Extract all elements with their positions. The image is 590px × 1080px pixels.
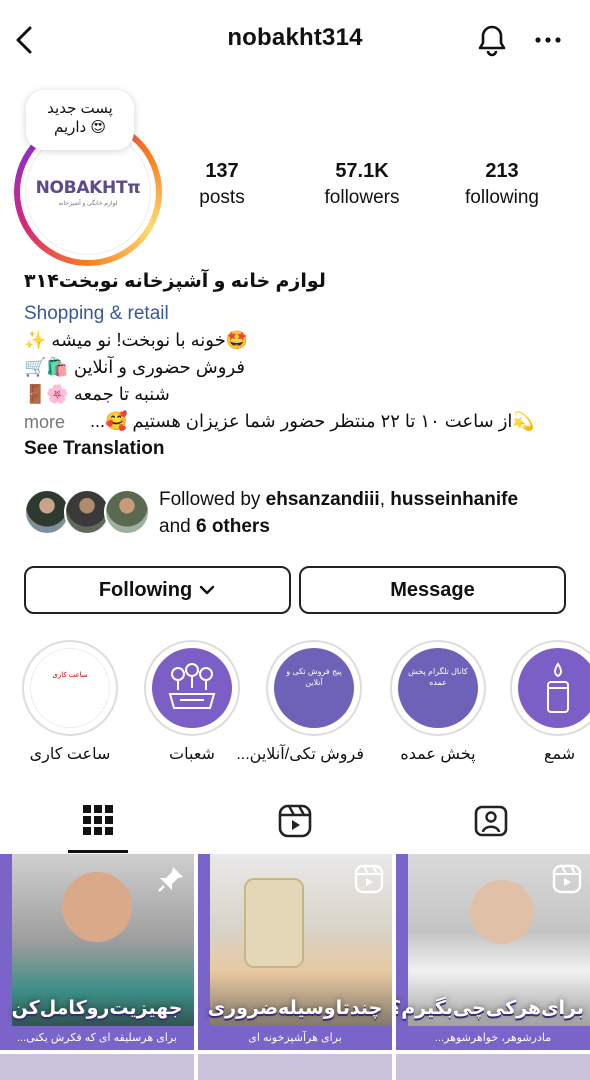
posts-grid: جهیزیت‌رو‌کامل‌کن برای هرسلیقه ای که فکر… (0, 854, 590, 1080)
highlight-cover: کانال تلگرام پخش عمده (398, 648, 478, 728)
following-button-label: Following (98, 578, 193, 601)
more-horizontal-icon[interactable] (532, 26, 564, 54)
bio-line-3: شنبه تا جمعه 🌸🚪 (24, 384, 170, 404)
post-title: جهیزیت‌رو‌کامل‌کن (11, 998, 183, 1019)
post-tile-partial[interactable] (198, 1054, 392, 1080)
follower-user-1[interactable]: ehsanzandiii (266, 489, 380, 510)
logo-text: NOBAKHTπ (35, 177, 141, 198)
bio-line-2: فروش حضوری و آنلاین 🛍️🛒 (24, 357, 246, 377)
profile-note[interactable]: پست جدید داریم 😍 (26, 90, 134, 150)
reels-icon (354, 864, 384, 894)
highlight-label: شمع (544, 746, 576, 763)
message-button[interactable]: Message (299, 566, 566, 614)
followed-by-prefix: Followed by (159, 489, 266, 510)
highlight-cover: پیج فروش تکی و آنلاین (274, 648, 354, 728)
tile-accent-bar (0, 854, 12, 1050)
followers-stat[interactable]: 57.1K followers (310, 160, 414, 209)
followers-count: 57.1K (335, 160, 389, 182)
chevron-down-icon (199, 585, 215, 595)
profile-tabs (0, 790, 590, 854)
post-tile-partial[interactable] (396, 1054, 590, 1080)
reels-icon (552, 864, 582, 894)
see-translation-link[interactable]: See Translation (24, 438, 164, 460)
bio-line-4: 💫از ساعت ۱۰ تا ۲۲ منتظر حضور شما عزیزان … (90, 411, 535, 431)
bell-icon[interactable] (474, 22, 510, 58)
highlight-cover (518, 648, 590, 728)
tile-photo-subject (470, 880, 534, 944)
active-tab-indicator (68, 850, 128, 853)
pin-icon (158, 867, 183, 892)
posts-count: 137 (205, 160, 239, 182)
bio-more-link[interactable]: more (24, 412, 65, 433)
message-button-label: Message (390, 578, 475, 601)
location-pins-icon (168, 663, 216, 709)
highlight-online-sales[interactable]: پیج فروش تکی و آنلاین فروش تکی/آنلاین... (236, 640, 364, 764)
following-label: following (465, 187, 539, 208)
followed-by-others[interactable]: 6 others (196, 516, 270, 537)
logo-subtext: لوازم خانگی و آشپزخانه (58, 200, 118, 207)
followers-label: followers (324, 187, 400, 208)
post-subtitle: برای هرآشپزخونه ای (198, 1026, 392, 1050)
highlight-ring (510, 640, 590, 736)
highlight-working-hours[interactable]: ساعت کاری ساعت کاری (20, 640, 120, 764)
highlight-label: شعبات (169, 746, 215, 763)
highlight-label: ساعت کاری (29, 746, 111, 763)
posts-label: posts (199, 187, 245, 208)
highlight-ring (144, 640, 240, 736)
tile-photo-containers (244, 878, 304, 968)
post-tile-partial[interactable] (0, 1054, 194, 1080)
tagged-person-icon[interactable] (474, 804, 508, 838)
post-tile[interactable]: برای‌هرکی‌چی‌بگیرم؟ مادرشوهر، خواهرشوهر.… (396, 854, 590, 1050)
follower-user-2[interactable]: husseinhanife (390, 489, 518, 510)
followed-by-text: Followed by ehsanzandiii, husseinhanife … (159, 486, 518, 540)
following-stat[interactable]: 213 following (452, 160, 552, 209)
following-count: 213 (485, 160, 519, 182)
highlight-cover (152, 648, 232, 728)
profile-category[interactable]: Shopping & retail (24, 303, 566, 325)
following-button[interactable]: Following (24, 566, 291, 614)
bio-line-1: 🤩خونه با نوبخت! نو میشه ✨ (24, 330, 249, 350)
followed-by-row[interactable]: Followed by ehsanzandiii, husseinhanife … (24, 486, 572, 542)
followed-by-and: and (159, 516, 196, 537)
post-subtitle: مادرشوهر، خواهرشوهر... (396, 1026, 590, 1050)
highlight-cover: ساعت کاری (30, 648, 110, 728)
candle-icon (547, 662, 569, 713)
highlight-ring: ساعت کاری (22, 640, 118, 736)
highlight-ring: پیج فروش تکی و آنلاین (266, 640, 362, 736)
post-tile[interactable]: جهیزیت‌رو‌کامل‌کن برای هرسلیقه ای که فکر… (0, 854, 194, 1050)
profile-display-name: لوازم خانه و آشپزخانه نوبخت۳۱۴ (24, 271, 326, 292)
highlight-branches[interactable]: شعبات (142, 640, 242, 764)
tile-photo-subject (62, 872, 132, 942)
highlight-wholesale[interactable]: کانال تلگرام پخش عمده پخش عمده (388, 640, 488, 764)
post-title: برای‌هرکی‌چی‌بگیرم؟ (396, 998, 584, 1019)
note-line-2: داریم 😍 (53, 119, 107, 136)
followed-by-separator: , (379, 489, 391, 510)
highlight-candles[interactable]: شمع (510, 640, 590, 764)
posts-stat[interactable]: 137 posts (186, 160, 258, 209)
post-tile[interactable]: چندتاوسیله‌ضروری برای هرآشپزخونه ای (198, 854, 392, 1050)
highlight-label: پخش عمده (400, 746, 476, 763)
tile-accent-bar (396, 854, 408, 1050)
tile-accent-bar (198, 854, 210, 1050)
grid-icon[interactable] (82, 804, 114, 836)
post-title: چندتاوسیله‌ضروری (207, 998, 383, 1019)
highlight-label: فروش تکی/آنلاین... (236, 746, 364, 763)
note-line-1: پست جدید (47, 100, 113, 117)
follower-avatar-3 (104, 489, 150, 535)
post-subtitle: برای هرسلیقه ای که فکرش یکنی... (0, 1026, 194, 1050)
highlight-ring: کانال تلگرام پخش عمده (390, 640, 486, 736)
reels-icon[interactable] (278, 804, 312, 838)
top-bar: nobakht314 (0, 0, 590, 84)
